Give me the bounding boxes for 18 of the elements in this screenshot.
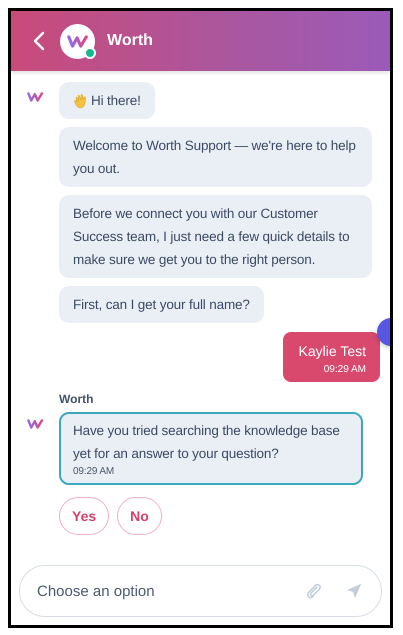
message-text: Kaylie Test: [298, 342, 366, 361]
message-text: First, can I get your full name?: [73, 296, 250, 314]
message-text: Before we connect you with our Customer Success team, I just need a few quick details to make sure we get you to the right person.: [73, 205, 350, 269]
quick-reply-button[interactable]: No: [117, 497, 162, 535]
message-input-field[interactable]: Choose an option: [35, 582, 283, 600]
chat-title: Worth: [107, 32, 153, 50]
sender-name: Worth: [59, 392, 94, 406]
message-text: Hi there!: [91, 92, 141, 110]
paperclip-icon[interactable]: [305, 582, 323, 600]
message-time: 09:29 AM: [73, 465, 116, 479]
quick-reply-button[interactable]: Yes: [59, 497, 110, 535]
logo-icon: [27, 91, 44, 103]
message-text: Welcome to Worth Support — we're here to help you out.: [73, 137, 357, 178]
back-icon[interactable]: [33, 31, 45, 51]
message-text: Have you tried searching the knowledge base yet for an answer to your question?: [73, 422, 341, 463]
logo-icon: [66, 34, 88, 48]
message-time: 09:29 AM: [324, 364, 366, 375]
logo-icon: [27, 418, 44, 430]
